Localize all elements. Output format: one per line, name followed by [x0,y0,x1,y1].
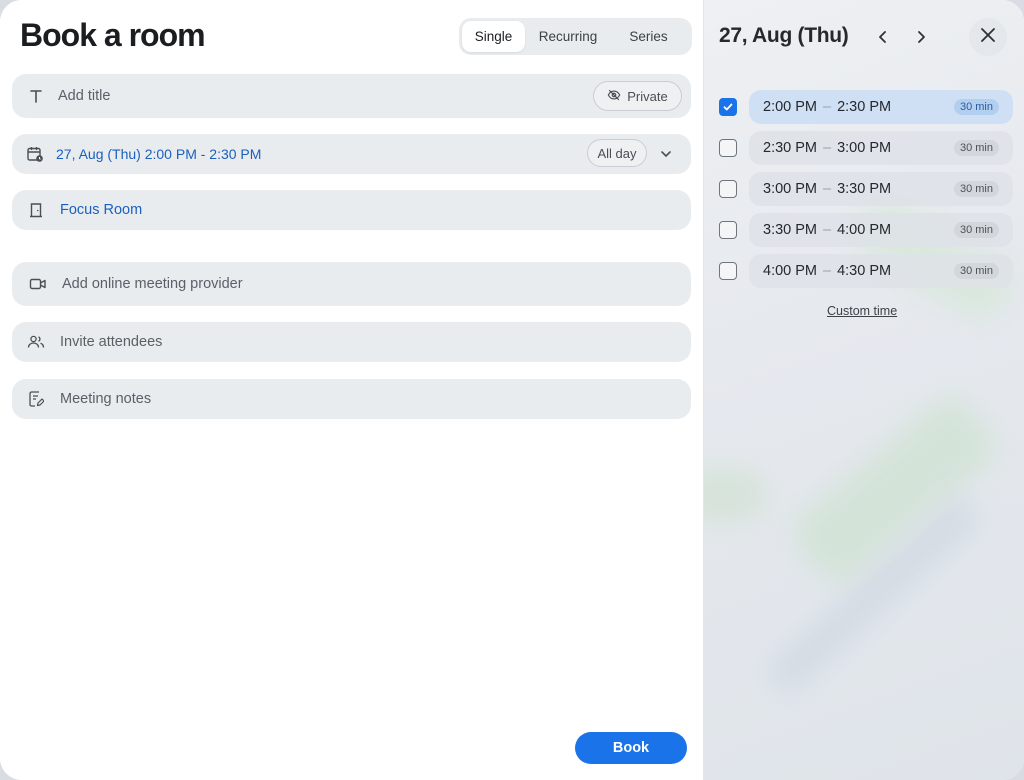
book-room-window: Book a room Single Recurring Series Add … [0,0,1024,780]
tab-series[interactable]: Series [611,21,686,52]
note-edit-icon [26,389,46,409]
time-slot-row: 3:00 PM –3:30 PM 30 min [719,172,1014,206]
slot-checkbox[interactable] [719,139,737,157]
meeting-provider-input[interactable]: Add online meeting provider [62,276,243,292]
calendar-clock-icon [25,144,45,164]
booking-form-panel: Book a room Single Recurring Series Add … [0,0,703,780]
page-title: Book a room [20,17,206,53]
tab-recurring[interactable]: Recurring [525,21,611,52]
people-icon [26,332,46,352]
slot-checkbox[interactable] [719,221,737,239]
attendees-field[interactable]: Invite attendees [12,322,691,362]
close-button[interactable] [969,18,1007,56]
room-value[interactable]: Focus Room [60,202,142,218]
book-button[interactable]: Book [575,732,687,764]
date-time-value[interactable]: 27, Aug (Thu) 2:00 PM - 2:30 PM [56,146,261,162]
chevron-right-icon[interactable] [910,26,932,48]
time-slot-panel: 27, Aug (Thu) 2:00 PM –2:30 PM 30 min 2:… [703,0,1024,780]
slot-time: 2:00 PM –2:30 PM [763,99,892,115]
notes-field[interactable]: Meeting notes [12,379,691,419]
time-slot-row: 2:00 PM –2:30 PM 30 min [719,90,1014,124]
custom-time-link[interactable]: Custom time [827,304,897,318]
slot-checkbox[interactable] [719,98,737,116]
chevron-left-icon[interactable] [872,26,894,48]
slot-time: 3:30 PM –4:00 PM [763,222,892,238]
duration-badge: 30 min [953,140,999,156]
meeting-provider-field[interactable]: Add online meeting provider [12,262,691,306]
duration-badge: 30 min [953,99,999,115]
slot-checkbox[interactable] [719,180,737,198]
all-day-toggle[interactable]: All day [587,139,647,167]
time-slot-row: 4:00 PM –4:30 PM 30 min [719,254,1014,288]
duration-badge: 30 min [953,222,999,238]
tab-single[interactable]: Single [462,21,525,52]
video-icon [28,274,48,294]
door-icon [26,200,46,220]
selected-date-heading: 27, Aug (Thu) [719,24,849,47]
time-slot[interactable]: 2:30 PM –3:00 PM 30 min [749,131,1013,165]
notes-input[interactable]: Meeting notes [60,391,151,407]
close-icon [980,27,996,48]
time-slot-row: 3:30 PM –4:00 PM 30 min [719,213,1014,247]
duration-badge: 30 min [953,181,999,197]
background-decoration [704,470,764,520]
title-field[interactable]: Add title Private [12,74,691,118]
slot-time: 4:00 PM –4:30 PM [763,263,892,279]
private-toggle[interactable]: Private [593,81,682,111]
time-slot[interactable]: 3:00 PM –3:30 PM 30 min [749,172,1013,206]
duration-badge: 30 min [953,263,999,279]
chevron-down-icon[interactable] [656,144,676,164]
date-time-field[interactable]: 27, Aug (Thu) 2:00 PM - 2:30 PM All day [12,134,691,174]
slot-time: 2:30 PM –3:00 PM [763,140,892,156]
room-field[interactable]: Focus Room [12,190,691,230]
time-slot[interactable]: 2:00 PM –2:30 PM 30 min [749,90,1013,124]
time-slot-row: 2:30 PM –3:00 PM 30 min [719,131,1014,165]
check-icon [723,103,733,111]
booking-type-tabs: Single Recurring Series [459,18,692,55]
eye-off-icon [607,88,621,105]
text-icon [26,86,46,106]
time-slot[interactable]: 4:00 PM –4:30 PM 30 min [749,254,1013,288]
attendees-input[interactable]: Invite attendees [60,334,162,350]
slot-time: 3:00 PM –3:30 PM [763,181,892,197]
private-label: Private [627,88,668,104]
time-slot[interactable]: 3:30 PM –4:00 PM 30 min [749,213,1013,247]
slot-checkbox[interactable] [719,262,737,280]
title-input[interactable]: Add title [58,88,110,104]
